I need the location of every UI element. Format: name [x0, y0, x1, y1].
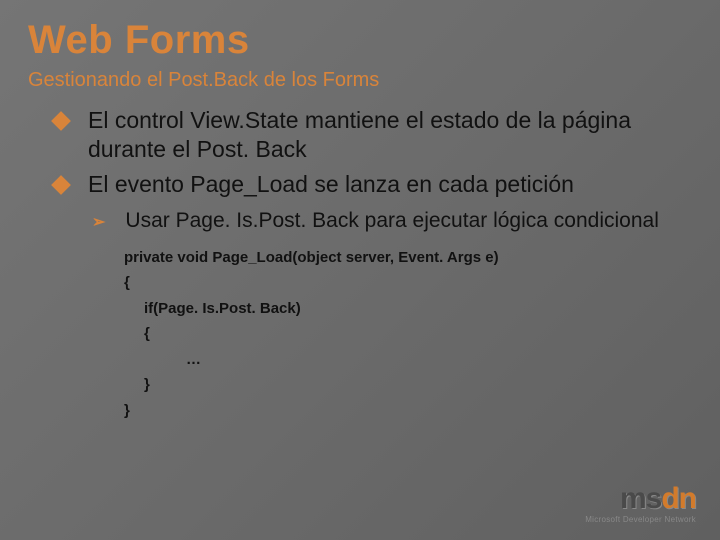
code-line: } — [124, 372, 692, 398]
logo-suffix: dn — [661, 482, 696, 515]
code-line: if(Page. Is.Post. Back) — [124, 296, 692, 322]
sub-bullet-text: Usar Page. Is.Post. Back para ejecutar l… — [125, 208, 658, 234]
logo-tagline: Microsoft Developer Network — [585, 516, 696, 524]
bullet-list: El control View.State mantiene el estado… — [28, 106, 692, 198]
code-line: } — [124, 398, 692, 424]
slide: Web Forms Gestionando el Post.Back de lo… — [0, 0, 720, 540]
diamond-bullet-icon — [51, 175, 71, 195]
code-line: { — [124, 321, 692, 347]
bullet-item: El evento Page_Load se lanza en cada pet… — [54, 170, 692, 199]
bullet-item: El control View.State mantiene el estado… — [54, 106, 692, 164]
code-line: private void Page_Load(object server, Ev… — [124, 245, 692, 271]
slide-subtitle: Gestionando el Post.Back de los Forms — [28, 69, 692, 92]
code-line: { — [124, 270, 692, 296]
slide-title: Web Forms — [28, 18, 692, 63]
code-block: private void Page_Load(object server, Ev… — [28, 245, 692, 424]
sub-bullet-list: ➢ Usar Page. Is.Post. Back para ejecutar… — [28, 208, 692, 234]
diamond-bullet-icon — [51, 111, 71, 131]
bullet-text: El evento Page_Load se lanza en cada pet… — [88, 170, 574, 199]
logo-text: msdn — [585, 484, 696, 514]
msdn-logo: msdn Microsoft Developer Network — [585, 484, 696, 524]
bullet-text: El control View.State mantiene el estado… — [88, 106, 692, 164]
sub-bullet-item: ➢ Usar Page. Is.Post. Back para ejecutar… — [92, 208, 692, 234]
logo-prefix: ms — [620, 482, 661, 515]
chevron-icon: ➢ — [92, 212, 105, 232]
code-line: … — [124, 347, 692, 373]
